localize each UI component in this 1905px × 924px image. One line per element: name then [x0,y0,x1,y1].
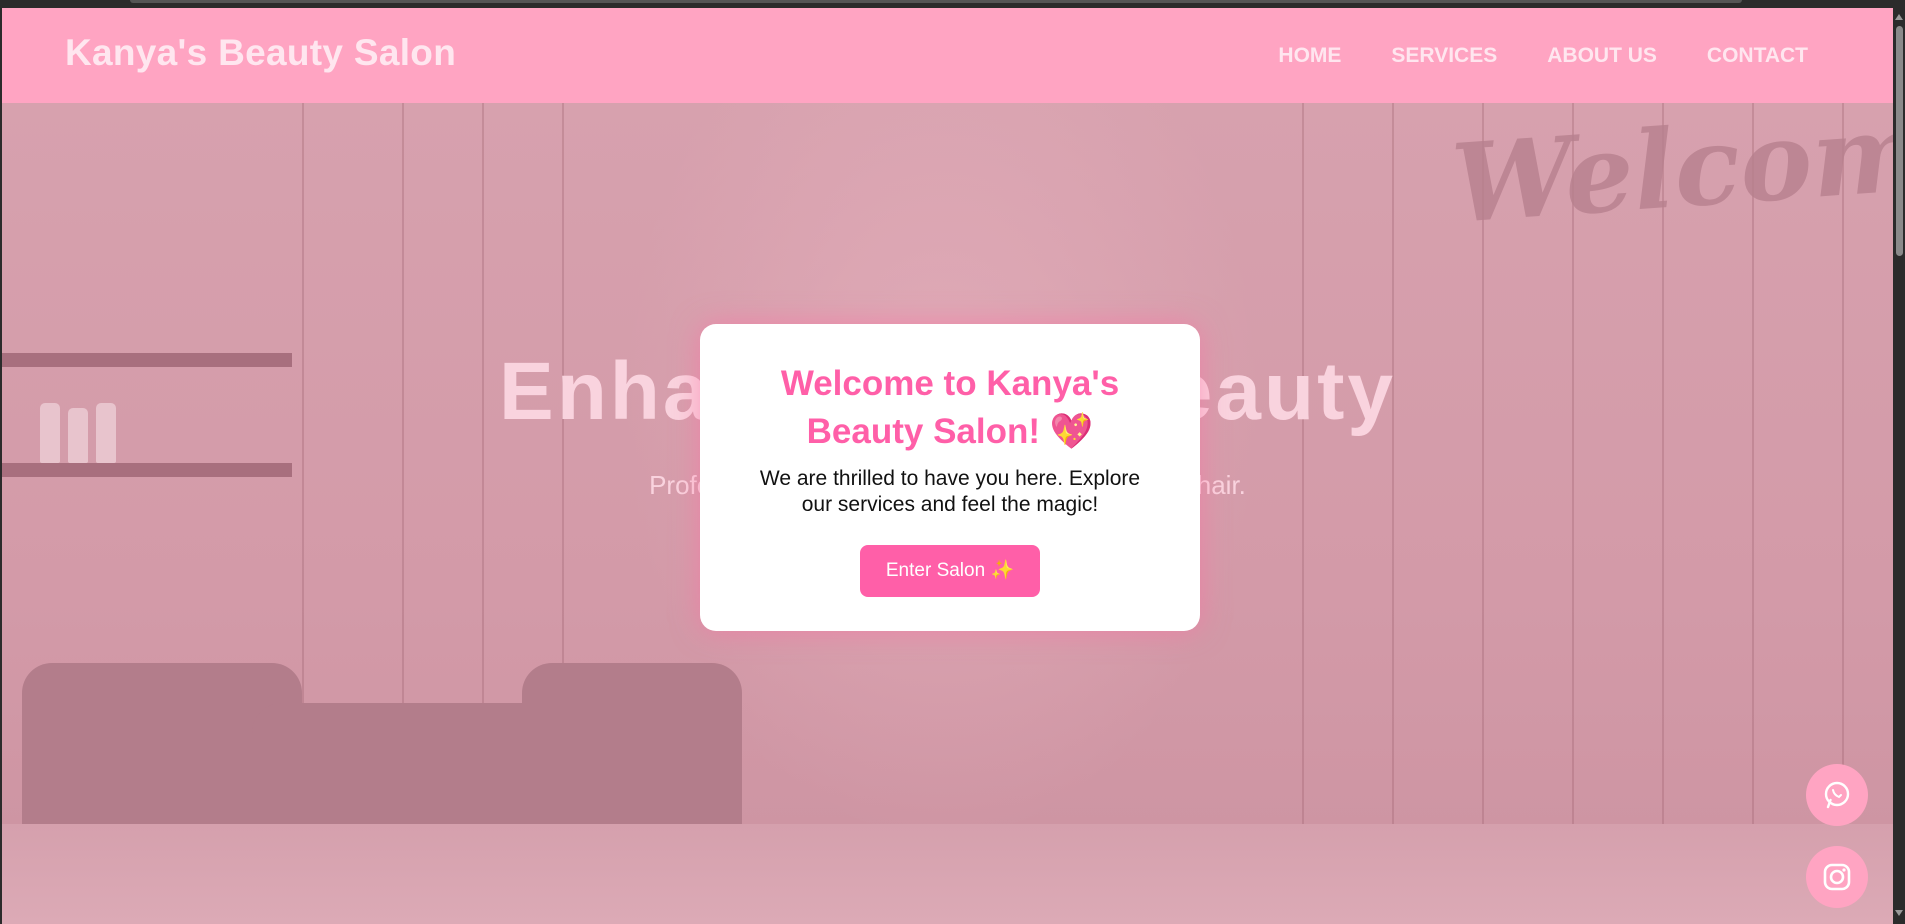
nav-about-link[interactable]: ABOUT US [1547,44,1657,68]
nav-contact-link[interactable]: CONTACT [1707,44,1808,68]
main-nav: HOME SERVICES ABOUT US CONTACT [1278,44,1808,68]
welcome-modal: Welcome to Kanya's Beauty Salon! 💖 We ar… [700,324,1200,631]
site-logo[interactable]: Kanya's Beauty Salon [65,32,456,74]
modal-title: Welcome to Kanya's Beauty Salon! 💖 [780,364,1120,451]
page-viewport: Kanya's Beauty Salon HOME SERVICES ABOUT… [2,8,1893,924]
scroll-up-arrow-icon[interactable] [1895,14,1903,20]
salon-floor [2,824,1893,924]
page-scrollbar[interactable] [1893,8,1905,924]
scrollbar-thumb[interactable] [1896,26,1903,256]
scroll-down-arrow-icon[interactable] [1895,910,1903,916]
welcome-sign: Welcome [1448,103,1893,248]
modal-text: We are thrilled to have you here. Explor… [759,467,1141,516]
instagram-button[interactable] [1806,846,1868,908]
nav-services-link[interactable]: SERVICES [1391,44,1497,68]
browser-tab-bar [130,0,1742,3]
nav-home-link[interactable]: HOME [1278,44,1341,68]
instagram-icon [1823,863,1851,891]
enter-salon-button[interactable]: Enter Salon ✨ [859,545,1041,597]
whatsapp-button[interactable] [1806,764,1868,826]
browser-top-strip [0,0,1905,8]
site-header: Kanya's Beauty Salon HOME SERVICES ABOUT… [2,8,1893,103]
whatsapp-icon [1824,781,1850,809]
